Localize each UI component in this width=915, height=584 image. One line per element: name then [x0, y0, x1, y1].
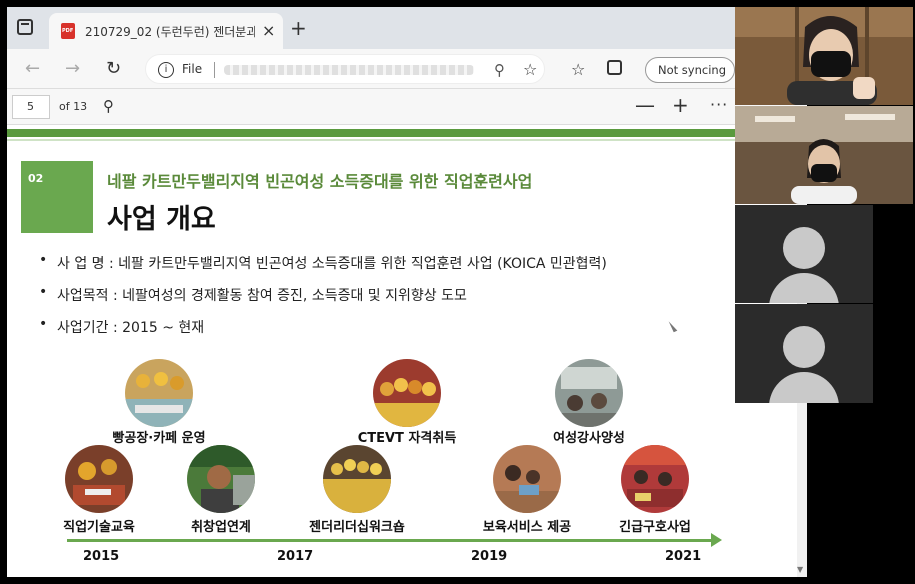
activity-label: 젠더리더십워크숍	[309, 520, 405, 535]
slide-title: 사업 개요	[107, 204, 216, 235]
activity-label: 빵공장·카페 운영	[112, 431, 206, 446]
url-text-blurred	[224, 65, 474, 75]
timeline-year: 2017	[277, 549, 314, 564]
slide-header-bar	[7, 129, 807, 137]
pdf-toolbar: 5 of 13 ⚲ — + ···	[7, 89, 807, 125]
tab-strip: 210729_02 (두런두런) 젠더분과 × +	[7, 7, 807, 49]
avatar-placeholder-icon	[783, 326, 825, 368]
collections-icon[interactable]	[607, 60, 622, 75]
tab-active-pdf[interactable]: 210729_02 (두런두런) 젠더분과 ×	[49, 13, 283, 49]
add-favorite-icon[interactable]: ☆	[523, 60, 537, 79]
url-input[interactable]: i File ⚲ ☆	[145, 54, 545, 84]
refresh-icon[interactable]: ↻	[106, 58, 121, 79]
more-options-icon[interactable]: ···	[710, 95, 728, 114]
avatar-placeholder-body	[769, 372, 839, 403]
bullet-item: 사업목적 : 네팔여성의 경제활동 참여 증진, 소득증대 및 지위향상 도모	[39, 284, 607, 317]
tab-title: 210729_02 (두런두런) 젠더분과	[85, 25, 255, 39]
photo-childcare	[493, 445, 561, 513]
zoom-icon[interactable]: ⚲	[494, 61, 505, 79]
overview-bullet-list: 사 업 명 : 네팔 카트만두밸리지역 빈곤여성 소득증대를 위한 직업훈련 사…	[39, 252, 607, 349]
video-tile-participant-1	[735, 7, 913, 105]
photo-gender-workshop	[323, 445, 391, 513]
browser-window: 210729_02 (두런두런) 젠더분과 × + ← → ↻ i File ⚲…	[7, 7, 807, 577]
photo-trainer	[555, 359, 623, 427]
zoom-in-button[interactable]: +	[672, 93, 689, 117]
forward-icon[interactable]: →	[65, 58, 80, 79]
photo-emergency-relief	[621, 445, 689, 513]
file-scheme-label: File	[182, 62, 203, 76]
timeline-axis	[67, 539, 717, 542]
mouse-cursor-icon	[668, 319, 678, 333]
timeline-arrowhead	[711, 533, 722, 547]
avatar-placeholder-body	[769, 273, 839, 303]
activity-label: CTEVT 자격취득	[357, 431, 457, 446]
favorites-icon[interactable]: ☆	[571, 60, 585, 79]
address-bar: ← → ↻ i File ⚲ ☆ ☆ Not syncing	[7, 49, 807, 89]
search-icon[interactable]: ⚲	[103, 97, 114, 115]
tab-actions-icon[interactable]	[17, 19, 33, 35]
bullet-item: 사업기간 : 2015 ~ 현재	[39, 316, 607, 349]
pdf-page-slide: 02 네팔 카트만두밸리지역 빈곤여성 소득증대를 위한 직업훈련사업 사업 개…	[7, 125, 807, 577]
sync-button[interactable]: Not syncing	[645, 57, 735, 83]
url-separator	[214, 62, 215, 78]
video-tile-participant-3	[735, 205, 873, 303]
avatar-placeholder-icon	[783, 227, 825, 269]
slide-header-line	[7, 139, 807, 141]
zoom-out-button[interactable]: —	[635, 93, 655, 117]
video-tile-participant-2	[735, 106, 913, 204]
photo-bakery-cafe	[125, 359, 193, 427]
photo-employment	[187, 445, 255, 513]
site-info-icon[interactable]: i	[158, 62, 174, 78]
slide-subtitle: 네팔 카트만두밸리지역 빈곤여성 소득증대를 위한 직업훈련사업	[107, 172, 533, 191]
pdf-file-icon	[61, 23, 75, 39]
timeline-year: 2021	[665, 549, 702, 564]
activity-label: 여성강사양성	[553, 431, 625, 446]
video-tile-participant-4	[735, 304, 873, 403]
page-total-label: of 13	[59, 100, 88, 113]
new-tab-button[interactable]: +	[290, 16, 307, 40]
page-number-input[interactable]: 5	[12, 95, 50, 119]
timeline-year: 2015	[83, 549, 120, 564]
scroll-down-icon[interactable]: ▼	[797, 565, 803, 574]
back-icon[interactable]: ←	[25, 58, 40, 79]
timeline-year: 2019	[471, 549, 508, 564]
bullet-item: 사 업 명 : 네팔 카트만두밸리지역 빈곤여성 소득증대를 위한 직업훈련 사…	[39, 252, 607, 285]
photo-vocational-training	[65, 445, 133, 513]
section-number-box: 02	[21, 161, 93, 233]
photo-ctevt	[373, 359, 441, 427]
tab-close-icon[interactable]: ×	[262, 21, 275, 40]
